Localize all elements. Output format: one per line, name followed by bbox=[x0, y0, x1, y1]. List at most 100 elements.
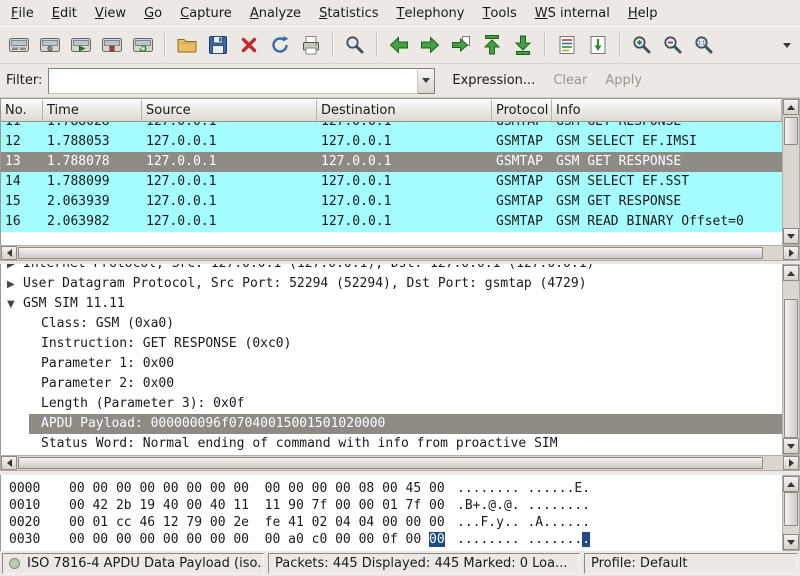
colorize-packet-list-icon[interactable] bbox=[552, 30, 582, 60]
detail-field-status-word[interactable]: Status Word: Normal ending of command wi… bbox=[1, 434, 782, 454]
detail-field-instruction[interactable]: Instruction: GET RESPONSE (0xc0) bbox=[1, 334, 782, 354]
open-file-icon[interactable] bbox=[172, 30, 202, 60]
scroll-trough[interactable] bbox=[17, 246, 783, 260]
packet-list-hscrollbar[interactable] bbox=[0, 245, 800, 261]
detail-line-ip[interactable]: Internet Protocol, Src: 127.0.0.1 (127.0… bbox=[1, 264, 782, 274]
scroll-down-button[interactable] bbox=[783, 534, 799, 550]
menu-edit[interactable]: Edit bbox=[43, 0, 86, 26]
packet-row-14[interactable]: 141.788099127.0.0.1127.0.0.1GSMTAPGSM SE… bbox=[1, 172, 782, 192]
detail-field-class[interactable]: Class: GSM (0xa0) bbox=[1, 314, 782, 334]
selected-ascii-char[interactable]: . bbox=[582, 532, 590, 547]
packet-row-15[interactable]: 152.063939127.0.0.1127.0.0.1GSMTAPGSM GE… bbox=[1, 192, 782, 212]
scroll-up-button[interactable] bbox=[783, 476, 799, 492]
hex-row-0010[interactable]: 001000 42 2b 19 40 00 40 11 11 90 7f 00 … bbox=[1, 497, 782, 514]
menu-statistics[interactable]: Statistics bbox=[310, 0, 387, 26]
expression-button[interactable]: Expression... bbox=[443, 69, 544, 92]
expander-collapsed-icon[interactable] bbox=[7, 275, 23, 295]
column-header-destination[interactable]: Destination bbox=[317, 99, 492, 122]
hex-row-0030[interactable]: 003000 00 00 00 00 00 00 00 00 a0 c0 00 … bbox=[1, 531, 782, 548]
expander-expanded-icon[interactable] bbox=[7, 295, 23, 315]
scroll-left-button[interactable] bbox=[1, 246, 17, 260]
reload-icon[interactable] bbox=[265, 30, 295, 60]
menu-file[interactable]: File bbox=[2, 0, 43, 26]
packet-row-11[interactable]: 111.788028127.0.0.1127.0.0.1GSMTAPGSM GE… bbox=[1, 122, 782, 132]
column-header-source[interactable]: Source bbox=[142, 99, 317, 122]
filter-toolbar: Filter: Expression... Clear Apply bbox=[0, 64, 800, 98]
packet-row-16[interactable]: 162.063982127.0.0.1127.0.0.1GSMTAPGSM RE… bbox=[1, 212, 782, 232]
scroll-thumb[interactable] bbox=[784, 299, 798, 438]
scroll-trough[interactable] bbox=[783, 115, 799, 228]
list-interfaces-icon[interactable] bbox=[4, 30, 34, 60]
go-forward-icon[interactable] bbox=[415, 30, 445, 60]
detail-field-length[interactable]: Length (Parameter 3): 0x0f bbox=[1, 394, 782, 414]
scroll-up-button[interactable] bbox=[783, 99, 799, 115]
go-to-bottom-icon[interactable] bbox=[508, 30, 538, 60]
scroll-right-button[interactable] bbox=[783, 246, 799, 260]
arrow-down-icon bbox=[787, 444, 795, 449]
packet-list-vscrollbar[interactable] bbox=[782, 98, 800, 245]
zoom-in-icon[interactable] bbox=[627, 30, 657, 60]
scroll-left-button[interactable] bbox=[1, 456, 17, 470]
scroll-trough[interactable] bbox=[783, 281, 799, 438]
find-packet-icon[interactable] bbox=[340, 30, 370, 60]
detail-field-parameter-1[interactable]: Parameter 1: 0x00 bbox=[1, 354, 782, 374]
scroll-thumb[interactable] bbox=[18, 247, 763, 259]
save-file-icon[interactable] bbox=[203, 30, 233, 60]
capture-start-icon[interactable] bbox=[66, 30, 96, 60]
column-header-no[interactable]: No. bbox=[1, 99, 43, 122]
apply-button[interactable]: Apply bbox=[596, 69, 651, 92]
hex-row-0000[interactable]: 000000 00 00 00 00 00 00 00 00 00 00 00 … bbox=[1, 480, 782, 497]
scroll-trough[interactable] bbox=[783, 492, 799, 534]
scroll-down-button[interactable] bbox=[783, 228, 799, 244]
capture-options-icon[interactable] bbox=[35, 30, 65, 60]
status-profile[interactable]: Profile: Default bbox=[584, 553, 798, 574]
scroll-down-button[interactable] bbox=[783, 438, 799, 454]
filter-dropdown-button[interactable] bbox=[418, 68, 435, 94]
bytes-vscrollbar[interactable] bbox=[782, 475, 800, 551]
scroll-right-button[interactable] bbox=[783, 456, 799, 470]
expert-info-icon[interactable] bbox=[9, 558, 20, 569]
menu-tools[interactable]: Tools bbox=[473, 0, 525, 26]
capture-restart-icon[interactable] bbox=[128, 30, 158, 60]
auto-scroll-icon[interactable] bbox=[583, 30, 613, 60]
menu-help[interactable]: Help bbox=[619, 0, 667, 26]
wireshark-window: { "menu": { "items": [ {"key":"F","rest"… bbox=[0, 0, 800, 576]
menu-capture[interactable]: Capture bbox=[171, 0, 241, 26]
selected-byte[interactable]: 00 bbox=[429, 532, 445, 547]
zoom-100-icon[interactable]: 1:1 bbox=[689, 30, 719, 60]
go-to-top-icon[interactable] bbox=[477, 30, 507, 60]
go-back-icon[interactable] bbox=[384, 30, 414, 60]
detail-field-parameter-2[interactable]: Parameter 2: 0x00 bbox=[1, 374, 782, 394]
scroll-thumb[interactable] bbox=[18, 457, 763, 469]
goto-packet-icon[interactable] bbox=[446, 30, 476, 60]
detail-field-apdu-payload-selected[interactable]: APDU Payload: 000000096f0704001500150102… bbox=[1, 414, 782, 434]
scroll-thumb[interactable] bbox=[784, 117, 798, 145]
menu-ws-internal[interactable]: WS internal bbox=[526, 0, 619, 26]
column-header-time[interactable]: Time bbox=[43, 99, 142, 122]
zoom-out-icon[interactable] bbox=[658, 30, 688, 60]
detail-line-gsm-sim[interactable]: GSM SIM 11.11 bbox=[1, 294, 782, 314]
menu-analyze[interactable]: Analyze bbox=[241, 0, 310, 26]
close-file-icon[interactable] bbox=[234, 30, 264, 60]
toolbar-overflow-icon[interactable] bbox=[778, 30, 796, 60]
clear-button[interactable]: Clear bbox=[544, 69, 596, 92]
scroll-up-button[interactable] bbox=[783, 265, 799, 281]
packet-list-body: 111.788028127.0.0.1127.0.0.1GSMTAPGSM GE… bbox=[1, 122, 782, 246]
menu-go[interactable]: Go bbox=[135, 0, 171, 26]
capture-stop-icon[interactable] bbox=[97, 30, 127, 60]
detail-hscrollbar[interactable] bbox=[0, 455, 800, 471]
column-header-info[interactable]: Info bbox=[552, 99, 782, 122]
detail-vscrollbar[interactable] bbox=[782, 264, 800, 455]
scroll-trough[interactable] bbox=[17, 456, 783, 470]
packet-row-13-selected[interactable]: 131.788078127.0.0.1127.0.0.1GSMTAPGSM GE… bbox=[1, 152, 782, 172]
menu-telephony[interactable]: Telephony bbox=[388, 0, 474, 26]
print-icon[interactable] bbox=[296, 30, 326, 60]
filter-label: Filter: bbox=[6, 73, 42, 88]
filter-input[interactable] bbox=[48, 68, 418, 94]
hex-row-0020[interactable]: 002000 01 cc 46 12 79 00 2e fe 41 02 04 … bbox=[1, 514, 782, 531]
scroll-thumb[interactable] bbox=[784, 492, 798, 526]
detail-line-udp[interactable]: User Datagram Protocol, Src Port: 52294 … bbox=[1, 274, 782, 294]
column-header-protocol[interactable]: Protocol bbox=[492, 99, 552, 122]
menu-view[interactable]: View bbox=[86, 0, 135, 26]
packet-row-12[interactable]: 121.788053127.0.0.1127.0.0.1GSMTAPGSM SE… bbox=[1, 132, 782, 152]
